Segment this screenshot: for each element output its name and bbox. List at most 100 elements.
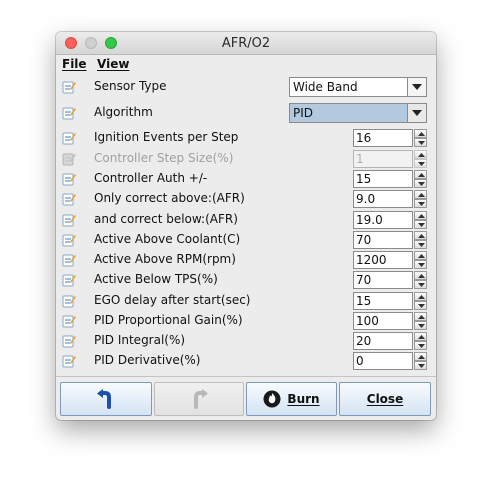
decrement-arrow-icon[interactable]: [414, 179, 427, 188]
help-icon[interactable]: [62, 213, 76, 227]
increment-arrow-icon[interactable]: [414, 251, 427, 260]
spinner-buttons: [414, 231, 427, 249]
spinner-buttons: [414, 129, 427, 147]
field-row-sensor-type: Sensor Type Wide Band: [56, 77, 436, 97]
increment-arrow-icon[interactable]: [414, 332, 427, 341]
active-above-rpm-rpm-spinner: [353, 251, 429, 269]
redo-arrow-icon: [194, 389, 208, 409]
increment-arrow-icon[interactable]: [414, 170, 427, 179]
spinner-buttons: [414, 352, 427, 370]
pid-derivative-input[interactable]: [353, 352, 413, 370]
burn-button[interactable]: Burn: [246, 382, 337, 416]
spinner-buttons: [414, 150, 427, 168]
active-above-coolant-c-spinner: [353, 231, 429, 249]
flame-icon: [263, 390, 281, 408]
spinner-buttons: [414, 170, 427, 188]
help-icon[interactable]: [62, 314, 76, 328]
decrement-arrow-icon[interactable]: [414, 240, 427, 249]
help-icon[interactable]: [62, 106, 76, 120]
undo-button[interactable]: [60, 382, 152, 416]
help-icon[interactable]: [62, 354, 76, 368]
field-label: Sensor Type: [94, 79, 167, 93]
increment-arrow-icon[interactable]: [414, 312, 427, 321]
help-icon[interactable]: [62, 131, 76, 145]
help-icon[interactable]: [62, 152, 76, 166]
undo-arrow-icon: [97, 389, 111, 409]
help-icon[interactable]: [62, 273, 76, 287]
title-bar: AFR/O2: [56, 32, 436, 55]
decrement-arrow-icon[interactable]: [414, 301, 427, 310]
field-row-pid-derivative: PID Derivative(%): [56, 351, 436, 371]
field-row-and-correct-below-afr: and correct below:(AFR): [56, 210, 436, 230]
menu-view[interactable]: View: [97, 57, 129, 71]
field-label: Controller Step Size(%): [94, 151, 234, 165]
algorithm-select[interactable]: PID: [289, 103, 427, 123]
increment-arrow-icon[interactable]: [414, 271, 427, 280]
spinner-buttons: [414, 312, 427, 330]
sensor-type-select[interactable]: Wide Band: [289, 77, 427, 97]
decrement-arrow-icon[interactable]: [414, 138, 427, 147]
increment-arrow-icon[interactable]: [414, 292, 427, 301]
spinner-buttons: [414, 332, 427, 350]
select-value: PID: [293, 106, 314, 120]
decrement-arrow-icon[interactable]: [414, 260, 427, 269]
increment-arrow-icon: [414, 150, 427, 159]
active-above-rpm-rpm-input[interactable]: [353, 251, 413, 269]
pid-proportional-gain-spinner: [353, 312, 429, 330]
spinner-buttons: [414, 271, 427, 289]
ignition-events-per-step-input[interactable]: [353, 129, 413, 147]
divider: [56, 376, 436, 377]
field-row-ego-delay-after-start-sec: EGO delay after start(sec): [56, 291, 436, 311]
window: AFR/O2 File View Sensor Type Wide Band Alg…: [56, 32, 436, 420]
ego-delay-after-start-sec-spinner: [353, 292, 429, 310]
field-row-algorithm: Algorithm PID: [56, 103, 436, 123]
field-label: and correct below:(AFR): [94, 212, 238, 226]
active-below-tps-input[interactable]: [353, 271, 413, 289]
only-correct-above-afr-input[interactable]: [353, 190, 413, 208]
active-above-coolant-c-input[interactable]: [353, 231, 413, 249]
help-icon[interactable]: [62, 253, 76, 267]
help-icon[interactable]: [62, 233, 76, 247]
field-label: Algorithm: [94, 105, 153, 119]
decrement-arrow-icon[interactable]: [414, 361, 427, 370]
decrement-arrow-icon: [414, 159, 427, 168]
field-row-controller-auth: Controller Auth +/-: [56, 169, 436, 189]
window-title: AFR/O2: [221, 36, 271, 51]
controller-step-size-input: [353, 150, 413, 168]
pid-integral-spinner: [353, 332, 429, 350]
increment-arrow-icon[interactable]: [414, 352, 427, 361]
increment-arrow-icon[interactable]: [414, 190, 427, 199]
increment-arrow-icon[interactable]: [414, 211, 427, 220]
help-icon[interactable]: [62, 334, 76, 348]
pid-integral-input[interactable]: [353, 332, 413, 350]
decrement-arrow-icon[interactable]: [414, 341, 427, 350]
decrement-arrow-icon[interactable]: [414, 199, 427, 208]
increment-arrow-icon[interactable]: [414, 231, 427, 240]
controller-step-size-spinner: [353, 150, 429, 168]
dropdown-arrow-icon[interactable]: [407, 104, 426, 122]
ego-delay-after-start-sec-input[interactable]: [353, 292, 413, 310]
menu-file[interactable]: File: [62, 57, 87, 71]
help-icon[interactable]: [62, 294, 76, 308]
decrement-arrow-icon[interactable]: [414, 280, 427, 289]
field-label: Active Below TPS(%): [94, 272, 218, 286]
field-label: Ignition Events per Step: [94, 130, 239, 144]
increment-arrow-icon[interactable]: [414, 129, 427, 138]
spinner-buttons: [414, 211, 427, 229]
field-label: PID Derivative(%): [94, 353, 201, 367]
decrement-arrow-icon[interactable]: [414, 321, 427, 330]
decrement-arrow-icon[interactable]: [414, 220, 427, 229]
field-row-controller-step-size: Controller Step Size(%): [56, 149, 436, 169]
dropdown-arrow-icon[interactable]: [407, 78, 426, 96]
help-icon[interactable]: [62, 80, 76, 94]
controller-auth-input[interactable]: [353, 170, 413, 188]
menu-bar: File View: [56, 55, 436, 75]
redo-button[interactable]: [154, 382, 244, 416]
and-correct-below-afr-input[interactable]: [353, 211, 413, 229]
field-label: Active Above Coolant(C): [94, 232, 241, 246]
help-icon[interactable]: [62, 192, 76, 206]
pid-proportional-gain-input[interactable]: [353, 312, 413, 330]
field-row-active-above-coolant-c: Active Above Coolant(C): [56, 230, 436, 250]
close-button[interactable]: Close: [339, 382, 431, 416]
help-icon[interactable]: [62, 172, 76, 186]
